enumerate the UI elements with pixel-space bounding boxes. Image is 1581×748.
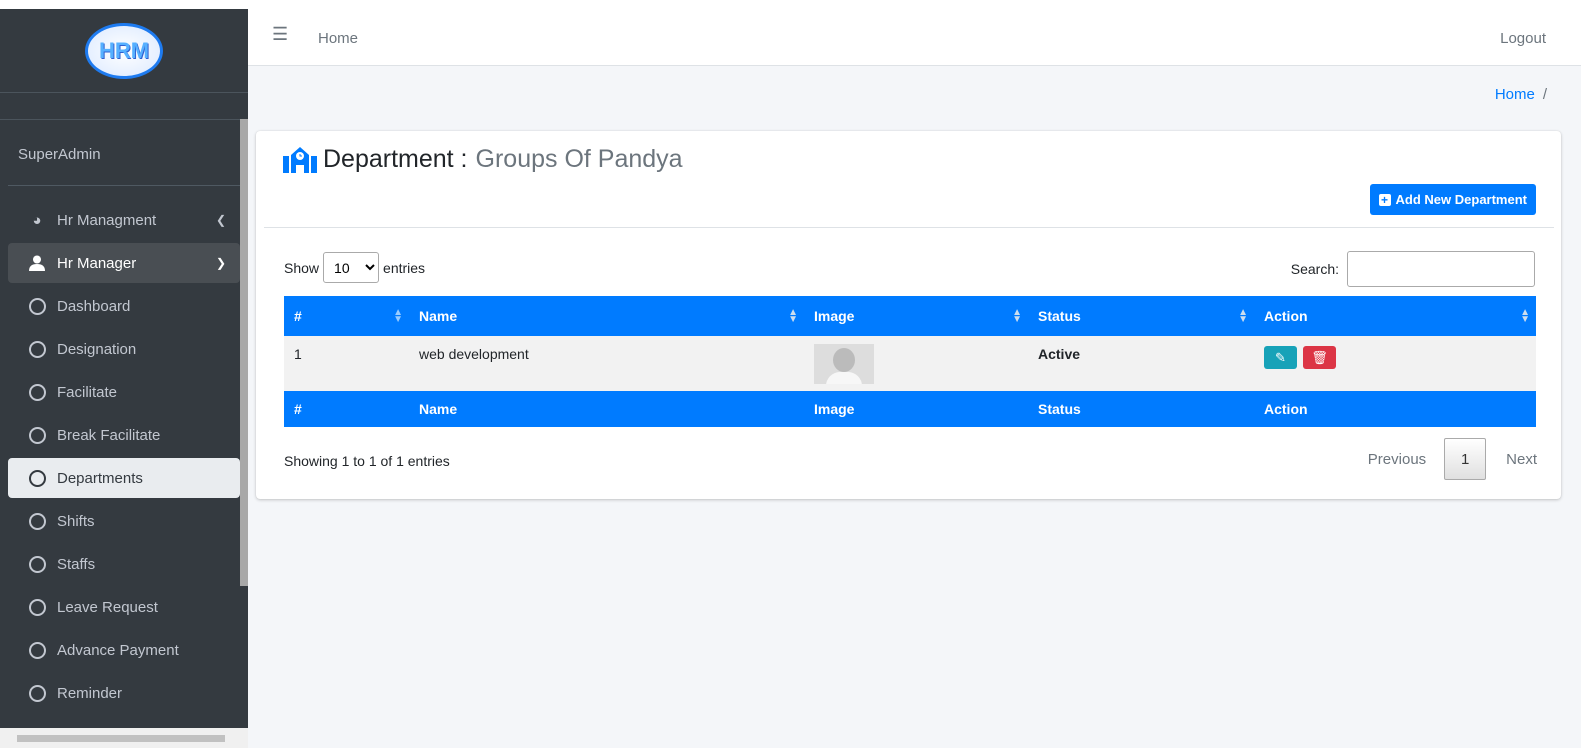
menu-toggle-icon[interactable]: ☰ [272, 24, 288, 45]
tachometer-icon: ◕ [32, 211, 42, 229]
add-new-department-button[interactable]: + Add New Department [1369, 184, 1536, 215]
circle-icon [28, 340, 46, 358]
sort-icon: ▲ ▼ [1238, 307, 1248, 325]
logout-link[interactable]: Logout [1500, 30, 1546, 47]
sidebar-vertical-scrollbar[interactable] [240, 119, 248, 586]
top-strip [0, 0, 1581, 9]
sort-icon: ▲ ▼ [1520, 307, 1530, 325]
table-info: Showing 1 to 1 of 1 entries [284, 453, 450, 469]
page-1-button[interactable]: 1 [1444, 438, 1487, 480]
column-header-name[interactable]: Name ▲ ▼ [409, 296, 804, 336]
column-header-number[interactable]: # ▲ ▼ [284, 296, 409, 336]
circle-icon [28, 426, 46, 444]
pagination: Previous 1 Next [1368, 438, 1537, 480]
sidebar-item-staffs[interactable]: Staffs [8, 544, 240, 584]
breadcrumb: Home / [1494, 86, 1547, 103]
sidebar-item-departments[interactable]: Departments [8, 458, 240, 498]
status-badge: Active [1028, 336, 1254, 391]
sidebar-horizontal-scrollbar[interactable] [0, 728, 248, 748]
sort-icon: ▲ ▼ [1012, 307, 1022, 325]
column-header-image[interactable]: Image ▲ ▼ [804, 296, 1028, 336]
sidebar: HRM SuperAdmin ◕ Hr Managment ❮ Hr Manager… [0, 9, 248, 748]
plus-square-icon: + [1378, 193, 1391, 206]
circle-icon [28, 684, 46, 702]
sidebar-item-designation[interactable]: Designation [8, 329, 240, 369]
delete-button[interactable]: 🗑 [1303, 346, 1336, 369]
next-button[interactable]: Next [1506, 451, 1537, 468]
hrm-logo: HRM [85, 22, 163, 79]
search-input[interactable] [1347, 251, 1535, 287]
top-navbar: ☰ Home Logout [248, 9, 1581, 66]
sidebar-item-hr-manager[interactable]: Hr Manager ❯ [8, 243, 240, 283]
trash-icon: 🗑 [1311, 349, 1328, 365]
page-length-select[interactable]: 10 [323, 252, 380, 283]
sidebar-nav: ◕ Hr Managment ❮ Hr Manager ❯ Dashboard Des… [0, 186, 248, 713]
sidebar-item-advance-payment[interactable]: Advance Payment [8, 630, 240, 670]
user-icon [28, 254, 46, 272]
breadcrumb-home[interactable]: Home [1495, 86, 1535, 103]
page-length-control: Show 10 entries [284, 252, 425, 283]
brand[interactable]: HRM [0, 9, 248, 93]
circle-icon [28, 598, 46, 616]
sidebar-item-leave-request[interactable]: Leave Request [8, 587, 240, 627]
sidebar-item-dashboard[interactable]: Dashboard [8, 286, 240, 326]
previous-button[interactable]: Previous [1368, 451, 1426, 468]
page-title: Department : Groups Of Pandya [283, 145, 683, 174]
circle-icon [28, 297, 46, 315]
circle-icon [28, 641, 46, 659]
chevron-down-icon: ❯ [215, 256, 226, 270]
departments-table: # ▲ ▼ Name ▲ ▼ Image ▲ ▼ Status ▲ ▼ Action ▲ ▼ 1 w… [284, 296, 1536, 427]
edit-button[interactable]: ✎ [1264, 346, 1297, 369]
circle-icon [28, 469, 46, 487]
sidebar-item-shifts[interactable]: Shifts [8, 501, 240, 541]
nav-home-link[interactable]: Home [318, 30, 358, 47]
sort-icon: ▲ ▼ [788, 307, 798, 325]
sidebar-item-hr-managment[interactable]: ◕ Hr Managment ❮ [8, 200, 240, 240]
circle-icon [28, 383, 46, 401]
column-header-status[interactable]: Status ▲ ▼ [1028, 296, 1254, 336]
sidebar-item-break-facilitate[interactable]: Break Facilitate [8, 415, 240, 455]
chevron-left-icon: ❮ [215, 213, 226, 227]
edit-icon: ✎ [1275, 349, 1286, 365]
circle-icon [28, 555, 46, 573]
sidebar-item-reminder[interactable]: Reminder [8, 673, 240, 713]
table-row: 1 web development Active ✎ 🗑 [284, 336, 1536, 391]
sidebar-item-facilitate[interactable]: Facilitate [8, 372, 240, 412]
sort-icon: ▲ ▼ [393, 307, 403, 325]
column-header-action[interactable]: Action ▲ ▼ [1254, 296, 1536, 336]
department-card: Department : Groups Of Pandya + Add New De… [256, 131, 1561, 499]
school-icon [283, 146, 317, 173]
search-control: Search: [1291, 251, 1535, 287]
user-name[interactable]: SuperAdmin [8, 120, 240, 186]
circle-icon [28, 512, 46, 530]
department-image [814, 344, 874, 384]
